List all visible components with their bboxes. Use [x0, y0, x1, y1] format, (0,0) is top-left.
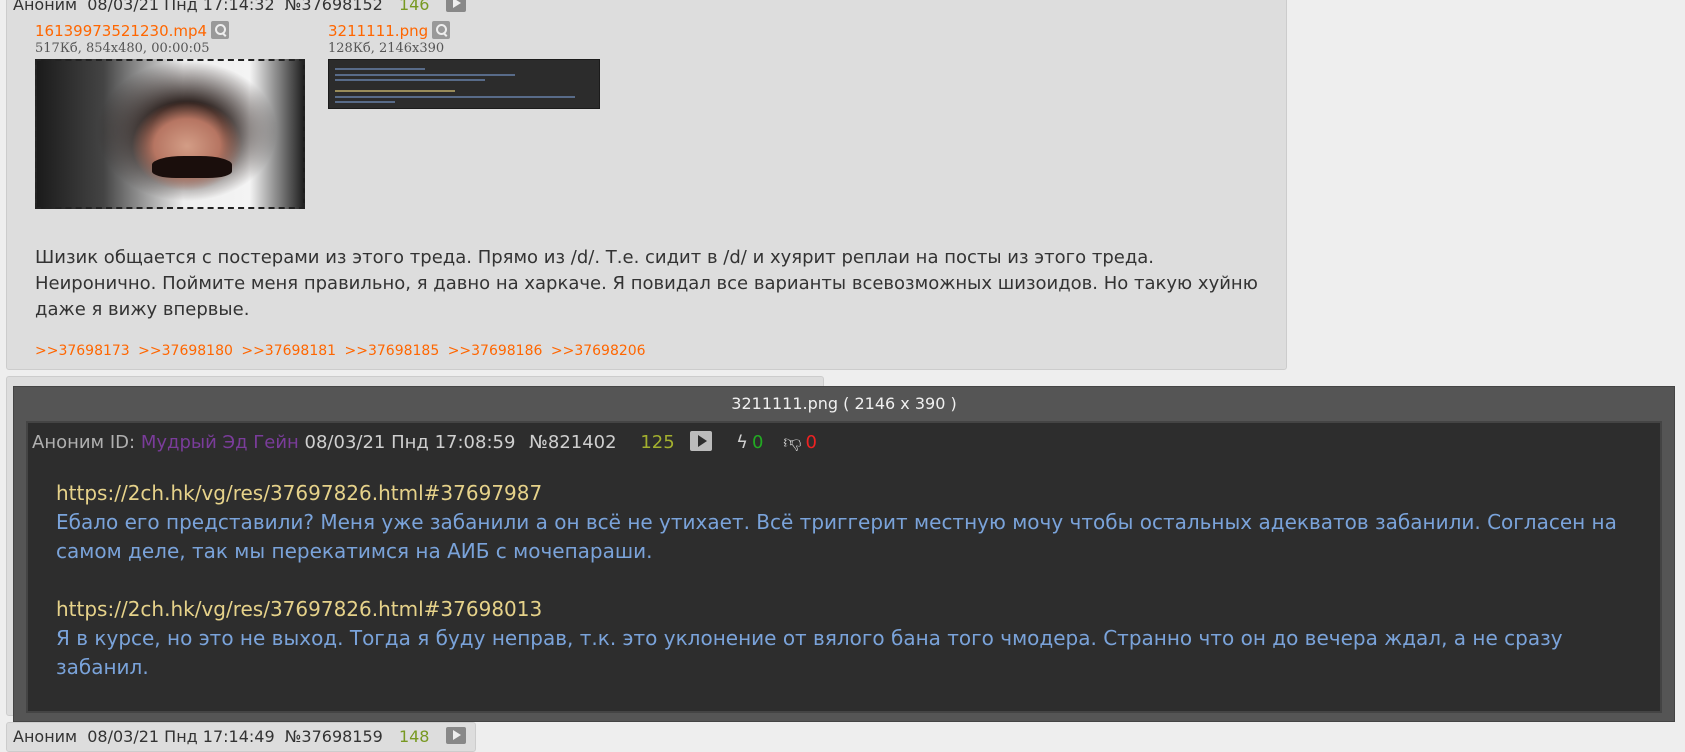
image-preview[interactable]: 3211111.png ( 2146 x 390 ) Аноним ID: Му… [13, 386, 1675, 722]
bolt-icon: ϟ [736, 432, 749, 453]
screenshot-author: Аноним ID: [32, 432, 136, 453]
file-link[interactable]: 3211111.png [328, 22, 428, 40]
post-date: 08/03/21 Пнд 17:14:49 [87, 727, 275, 746]
file-attachment: 3211111.png 128Кб, 2146x390 [328, 21, 600, 109]
preview-title: 3211111.png ( 2146 x 390 ) [731, 394, 957, 413]
post-number[interactable]: №37698159 [285, 727, 383, 746]
reply-link[interactable]: >>37698180 [138, 343, 233, 359]
post-replies: >>37698173 >>37698180 >>37698181 >>37698… [35, 343, 650, 359]
file-meta: 128Кб, 2146x390 [328, 41, 445, 56]
screenshot-text: Ебало его представили? Меня уже забанили… [56, 510, 1617, 563]
post-number[interactable]: №37698152 [285, 0, 383, 14]
play-icon[interactable] [445, 0, 466, 12]
file-attachment: 16139973521230.mp4 517Кб, 854x480, 00:00… [35, 21, 305, 209]
screenshot-number: №821402 [529, 432, 617, 453]
screenshot-post-header: Аноним ID: Мудрый Эд Гейн 08/03/21 Пнд 1… [32, 431, 817, 453]
reply-link[interactable]: >>37698181 [241, 343, 336, 359]
reply-link[interactable]: >>37698186 [448, 343, 543, 359]
post: Аноним 08/03/21 Пнд 17:14:32 №37698152 1… [6, 0, 1287, 370]
image-thumbnail[interactable] [328, 59, 600, 109]
file-link[interactable]: 16139973521230.mp4 [35, 22, 207, 40]
screenshot-dislikes: 0 [805, 432, 817, 453]
screenshot-rating: 125 [640, 432, 675, 453]
post-message: Шизик общается с постерами из этого тред… [35, 247, 1258, 320]
preview-image[interactable]: Аноним ID: Мудрый Эд Гейн 08/03/21 Пнд 1… [26, 421, 1662, 713]
video-thumbnail[interactable] [35, 59, 305, 209]
search-icon[interactable] [211, 21, 230, 39]
post-author: Аноним [13, 727, 78, 746]
reply-link[interactable]: >>37698206 [551, 343, 646, 359]
play-icon[interactable] [445, 727, 466, 744]
screenshot-link: https://2ch.hk/vg/res/37697826.html#3769… [56, 481, 543, 505]
post: Аноним 08/03/21 Пнд 17:14:49 №37698159 1… [6, 722, 476, 752]
screenshot-text: Я в курсе, но это не выход. Тогда я буду… [56, 626, 1563, 679]
screenshot-quote: https://2ch.hk/vg/res/37697826.html#3769… [56, 479, 1646, 566]
screenshot-link: https://2ch.hk/vg/res/37697826.html#3769… [56, 597, 543, 621]
file-meta: 517Кб, 854x480, 00:00:05 [35, 41, 210, 56]
search-icon[interactable] [432, 21, 451, 39]
screenshot-id: Мудрый Эд Гейн [140, 432, 299, 453]
thumbs-down-icon: 👎︎ [783, 432, 802, 453]
post-header: Аноним 08/03/21 Пнд 17:14:32 №37698152 1… [13, 0, 471, 14]
screenshot-date: 08/03/21 Пнд 17:08:59 [304, 432, 516, 453]
post-author: Аноним [13, 0, 78, 14]
post-count: 146 [398, 0, 430, 14]
post-date: 08/03/21 Пнд 17:14:32 [87, 0, 275, 14]
play-icon [690, 431, 713, 451]
post-header: Аноним 08/03/21 Пнд 17:14:49 №37698159 1… [13, 727, 471, 746]
post-count: 148 [398, 727, 430, 746]
reply-link[interactable]: >>37698185 [345, 343, 440, 359]
reply-link[interactable]: >>37698173 [35, 343, 130, 359]
screenshot-quote: https://2ch.hk/vg/res/37697826.html#3769… [56, 595, 1646, 682]
screenshot-likes: 0 [752, 432, 764, 453]
